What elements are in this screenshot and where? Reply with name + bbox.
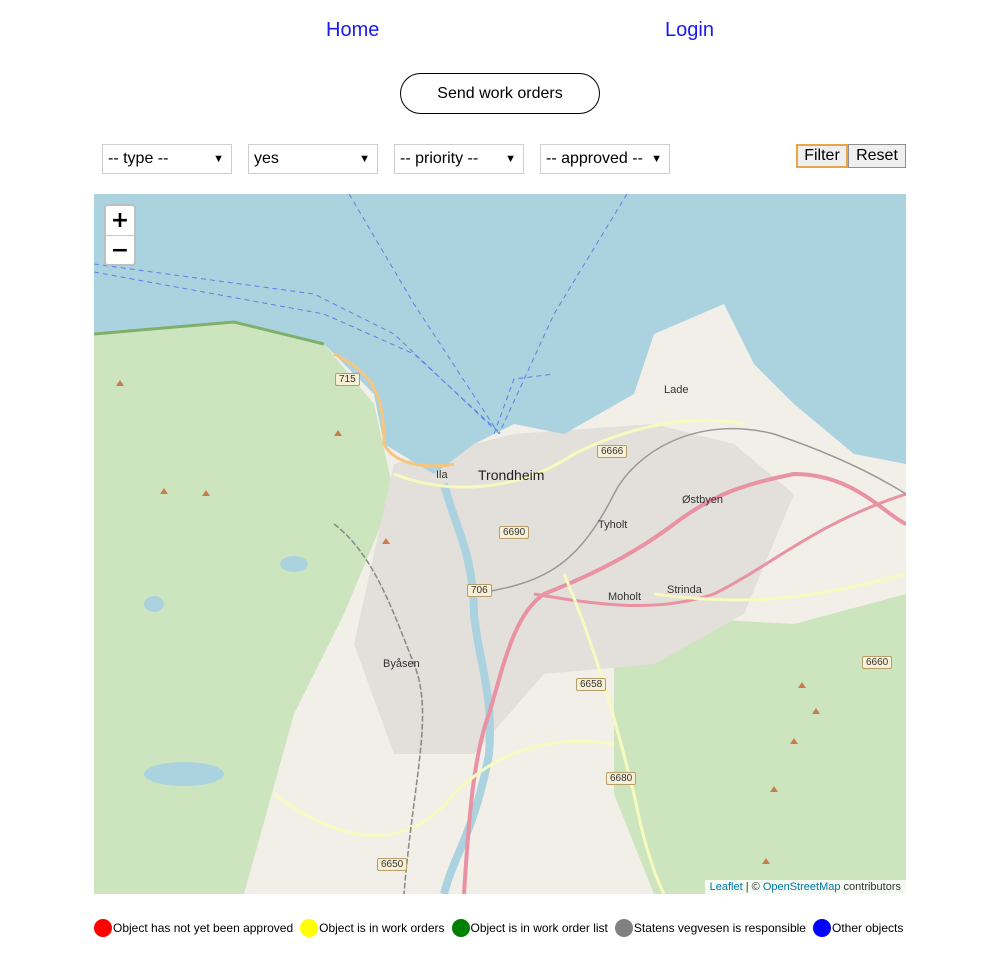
yes-select-value: yes	[254, 150, 279, 167]
attribution-suffix: contributors	[840, 881, 901, 893]
legend-dot-red	[94, 919, 112, 937]
filter-button[interactable]: Filter	[796, 144, 848, 168]
road-shield-6650: 6650	[377, 858, 408, 871]
label-lade: Lade	[664, 384, 689, 396]
openstreetmap-link[interactable]: OpenStreetMap	[763, 881, 841, 893]
road-shield-706: 706	[467, 584, 492, 597]
legend-label: Object has not yet been approved	[113, 921, 294, 935]
legend-item: Object is in work order list	[451, 919, 608, 937]
road-shield-715: 715	[335, 373, 360, 386]
label-tyholt: Tyholt	[598, 519, 628, 531]
label-strinda: Strinda	[667, 584, 702, 596]
priority-select[interactable]: -- priority -- ▼	[394, 144, 524, 174]
zoom-in-button[interactable]: +	[106, 206, 134, 236]
road-shield-6680: 6680	[606, 772, 637, 785]
legend-item: Object is in work orders	[300, 919, 445, 937]
road-shield-6666: 6666	[597, 445, 628, 458]
approved-select[interactable]: -- approved -- ▼	[540, 144, 670, 174]
road-shield-6658: 6658	[576, 678, 607, 691]
map-view[interactable]: Trondheim Ila Lade Østbyen Tyholt Moholt…	[94, 194, 906, 894]
road-shield-6690: 6690	[499, 526, 530, 539]
legend-label: Other objects	[831, 921, 904, 935]
map-legend: Object has not yet been approved Object …	[94, 919, 910, 937]
label-trondheim: Trondheim	[478, 467, 545, 483]
legend-item: Object has not yet been approved	[94, 919, 293, 937]
label-ila: Ila	[436, 469, 448, 481]
legend-item: Statens vegvesen is responsible	[614, 919, 806, 937]
type-select[interactable]: -- type -- ▼	[102, 144, 232, 174]
yes-select[interactable]: yes ▼	[248, 144, 378, 174]
legend-label: Object is in work order list	[470, 921, 608, 935]
priority-select-value: -- priority --	[400, 150, 479, 167]
legend-label: Object is in work orders	[319, 921, 445, 935]
label-byasen: Byåsen	[383, 658, 420, 670]
legend-item: Other objects	[812, 919, 904, 937]
send-work-orders-button[interactable]: Send work orders	[400, 73, 600, 114]
legend-dot-yellow	[300, 919, 319, 937]
map-attribution: Leaflet | © OpenStreetMap contributors	[704, 880, 906, 894]
dropdown-arrow-icon: ▼	[359, 153, 370, 165]
legend-dot-blue	[812, 919, 831, 937]
reset-button[interactable]: Reset	[848, 144, 906, 168]
attribution-separator: | ©	[742, 881, 763, 893]
legend-dot-green	[451, 919, 470, 937]
approved-select-value: -- approved --	[546, 150, 643, 167]
leaflet-link[interactable]: Leaflet	[710, 881, 743, 893]
nav-login-link[interactable]: Login	[665, 19, 714, 42]
road-shield-6660: 6660	[862, 656, 893, 669]
label-moholt: Moholt	[608, 591, 642, 603]
label-ostbyen: Østbyen	[682, 494, 723, 506]
legend-dot-grey	[614, 919, 633, 937]
nav-home-link[interactable]: Home	[326, 19, 379, 42]
zoom-control: + −	[104, 204, 136, 266]
zoom-out-button[interactable]: −	[106, 236, 134, 264]
dropdown-arrow-icon: ▼	[213, 153, 224, 165]
map-tiles	[94, 194, 906, 894]
legend-label: Statens vegvesen is responsible	[633, 921, 806, 935]
dropdown-arrow-icon: ▼	[505, 153, 516, 165]
type-select-value: -- type --	[108, 150, 169, 167]
dropdown-arrow-icon: ▼	[651, 153, 662, 165]
